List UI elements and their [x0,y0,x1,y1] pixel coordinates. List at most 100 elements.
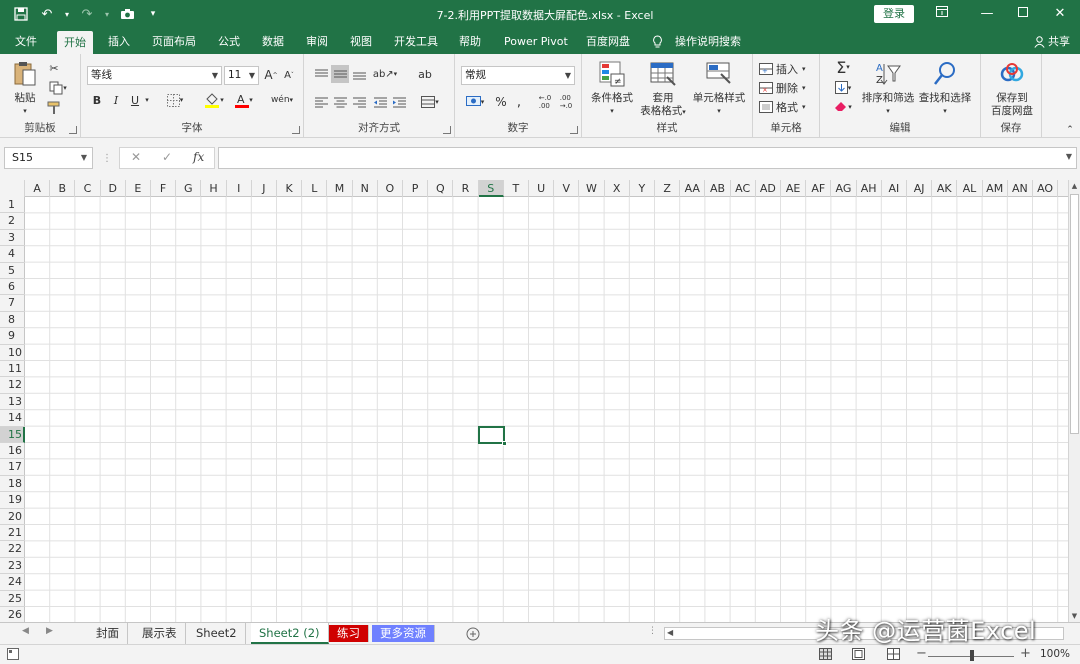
column-header[interactable]: AA [680,180,706,197]
column-header[interactable]: AE [781,180,807,197]
tab-power-pivot[interactable]: Power Pivot [500,29,572,54]
cell-area[interactable] [25,197,1068,622]
cancel-entry-icon[interactable]: ✕ [131,150,141,164]
macro-record-icon[interactable] [7,648,19,663]
fill-icon[interactable]: ▾ [830,79,856,96]
column-header[interactable]: H [201,180,227,197]
row-header[interactable]: 16 [0,443,25,460]
undo-icon[interactable]: ↶ [36,4,58,24]
column-header[interactable]: C [75,180,101,197]
column-header[interactable]: AK [932,180,958,197]
tab-formulas[interactable]: 公式 [214,29,244,54]
increase-font-icon[interactable]: A ^ [263,67,279,83]
column-header[interactable]: V [554,180,580,197]
ribbon-display-options-icon[interactable] [931,4,953,24]
number-format-select[interactable]: 常规 ▼ [461,66,575,85]
row-header[interactable]: 22 [0,541,25,558]
font-dialog-launcher[interactable] [292,126,300,134]
formula-input[interactable]: ▼ [218,147,1077,169]
font-size-select[interactable]: 11 ▼ [224,66,259,85]
insert-cells-button[interactable]: + 插入 ▾ [759,60,817,77]
vertical-scroll-thumb[interactable] [1070,194,1079,434]
decrease-decimal-icon[interactable]: .00 →.0 [556,93,576,111]
column-header[interactable]: X [605,180,630,197]
confirm-entry-icon[interactable]: ✓ [162,150,172,164]
column-header[interactable]: I [227,180,252,197]
sheet-tab[interactable]: 展示表 [134,623,186,644]
column-header[interactable]: K [277,180,303,197]
row-header[interactable]: 5 [0,263,25,279]
align-left-icon[interactable] [312,93,330,111]
conditional-formatting-button[interactable]: ≠ 条件格式 ▾ [587,60,637,118]
column-header[interactable]: O [378,180,403,197]
row-header[interactable]: 13 [0,394,25,411]
format-as-table-button[interactable]: 套用 表格格式▾ [637,60,689,119]
tab-home[interactable]: 开始 [57,31,93,54]
increase-decimal-icon[interactable]: ←.0.00 [535,93,555,111]
column-header[interactable]: S [478,180,504,197]
sheet-tab[interactable]: Sheet2 (2) [251,623,329,644]
underline-button[interactable]: U [127,92,143,108]
page-layout-view-icon[interactable] [852,648,865,663]
format-painter-icon[interactable] [46,100,62,116]
autosum-icon[interactable]: Σ ▾ [830,58,856,77]
page-break-view-icon[interactable] [887,648,900,663]
clear-icon[interactable]: ▾ [830,98,856,115]
row-header[interactable]: 17 [0,459,25,476]
column-header[interactable]: AG [831,180,857,197]
column-header[interactable]: AJ [907,180,933,197]
row-header[interactable]: 11 [0,361,25,378]
column-header[interactable]: AI [882,180,907,197]
column-header[interactable]: L [302,180,328,197]
scroll-down-icon[interactable]: ▼ [1069,610,1080,622]
row-header[interactable]: 18 [0,476,25,493]
column-header[interactable]: N [353,180,378,197]
scroll-up-icon[interactable]: ▲ [1069,180,1080,192]
column-header[interactable]: AB [705,180,731,197]
column-header[interactable]: M [327,180,353,197]
font-color-icon[interactable]: A ▾ [231,92,257,108]
column-header[interactable]: B [50,180,76,197]
row-header[interactable]: 25 [0,591,25,607]
comma-style-icon[interactable]: , [511,93,527,111]
vertical-scrollbar[interactable]: ▲ ▼ [1068,180,1080,622]
clipboard-dialog-launcher[interactable] [69,126,77,134]
wrap-text-icon[interactable]: ab [416,65,434,83]
align-middle-icon[interactable] [331,65,349,83]
column-header[interactable]: AD [756,180,781,197]
row-header[interactable]: 14 [0,410,25,427]
column-header[interactable]: Q [428,180,454,197]
column-header[interactable]: Y [630,180,655,197]
percent-button[interactable]: % [493,93,509,111]
decrease-font-icon[interactable]: Aˇ [281,67,297,83]
row-header[interactable]: 4 [0,246,25,263]
maximize-icon[interactable] [1012,4,1034,24]
share-button[interactable]: 共享 [1033,29,1070,54]
fill-handle[interactable] [501,440,507,446]
tab-splitter-icon[interactable]: ⋮ [648,626,657,636]
align-right-icon[interactable] [350,93,368,111]
row-header[interactable]: 10 [0,345,25,361]
close-icon[interactable]: ✕ [1049,4,1071,24]
column-header[interactable]: T [504,180,529,197]
column-header[interactable]: F [151,180,177,197]
merge-center-icon[interactable]: ▾ [416,93,444,111]
zoom-slider-thumb[interactable] [970,650,974,661]
row-header[interactable]: 20 [0,509,25,525]
column-header[interactable]: J [252,180,277,197]
underline-dropdown-icon[interactable]: ▾ [143,92,151,108]
zoom-out-button[interactable]: − [916,646,927,661]
camera-icon[interactable] [116,4,138,24]
row-header[interactable]: 3 [0,230,25,247]
column-header[interactable]: U [529,180,555,197]
sheet-tab[interactable]: Sheet2 [188,623,246,644]
insert-function-icon[interactable]: fx [193,150,204,164]
redo-icon[interactable]: ↷ [76,4,98,24]
paste-button[interactable]: 粘贴 ▾ [9,60,41,118]
select-all-corner[interactable] [0,180,25,197]
undo-dropdown-icon[interactable]: ▾ [62,4,72,24]
delete-cells-button[interactable]: × 删除 ▾ [759,79,817,96]
decrease-indent-icon[interactable] [371,93,389,111]
format-cells-button[interactable]: 格式 ▾ [759,98,817,115]
tab-file[interactable]: 文件 [11,29,41,54]
